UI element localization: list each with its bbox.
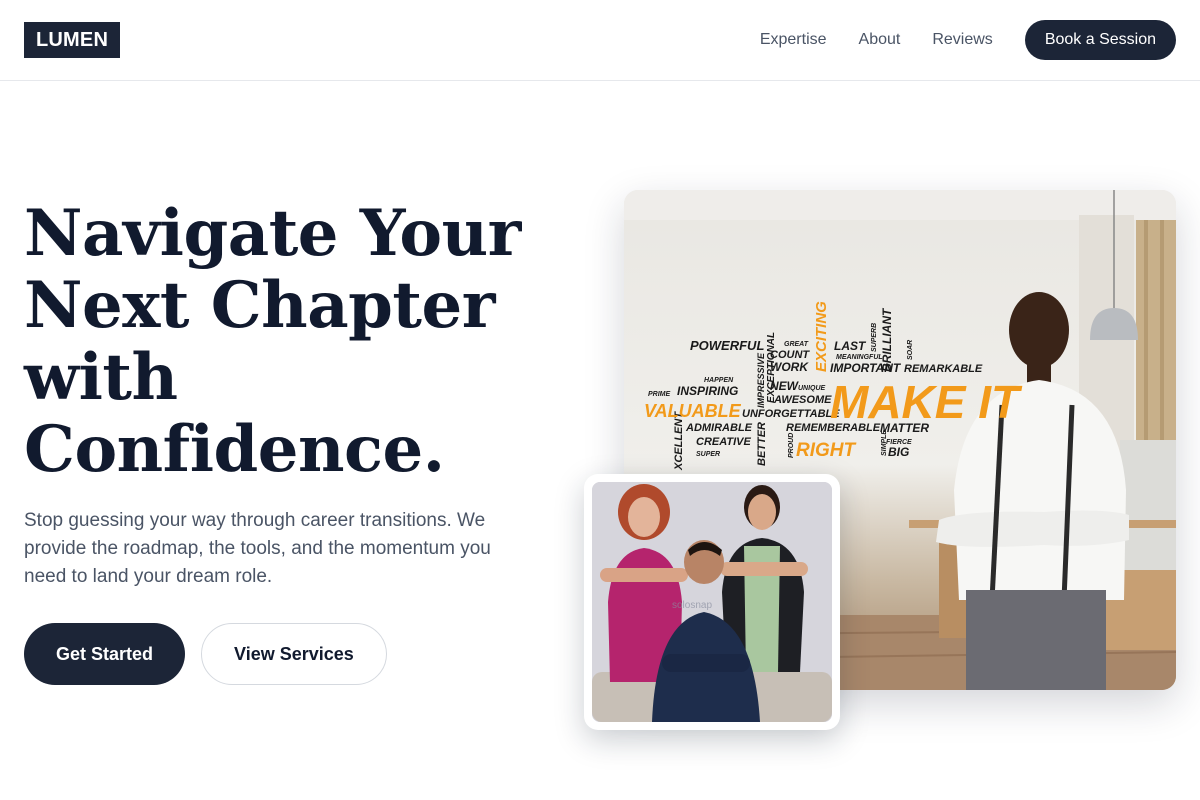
nav-link-about[interactable]: About: [859, 20, 901, 60]
headline-line: Confidence.: [24, 412, 445, 487]
word-cloud-text: LAST: [834, 339, 867, 353]
team-illustration: solosnap: [592, 482, 832, 722]
word-cloud-text: INSPIRING: [677, 384, 738, 398]
word-cloud-text: AWESOME: [773, 394, 832, 406]
word-cloud-text: SUPER: [696, 451, 720, 458]
word-cloud-text: SIMPLE: [881, 430, 888, 456]
word-cloud-text: GREAT: [784, 341, 809, 348]
main-nav: Expertise About Reviews Book a Session: [760, 20, 1176, 60]
word-cloud-text: VALUABLE: [644, 401, 742, 421]
word-cloud-text: UNIQUE: [798, 385, 826, 392]
hero-inset-image: solosnap: [584, 474, 840, 730]
logo[interactable]: LUMEN: [24, 22, 121, 58]
word-cloud-text: UNFORGETTABLE: [742, 408, 840, 420]
word-cloud-text: SUPERB: [871, 323, 878, 352]
word-cloud-text: ADMIRABLE: [685, 422, 753, 434]
word-cloud-text: POWERFUL: [690, 338, 764, 353]
word-cloud-text: MAKE IT: [830, 376, 1023, 428]
hero-cta-group: Get Started View Services: [24, 623, 387, 685]
word-cloud-text: PRIME: [648, 391, 671, 398]
get-started-button[interactable]: Get Started: [24, 623, 186, 685]
word-cloud-text: BRILLIANT: [880, 307, 894, 372]
word-cloud-text: CREATIVE: [696, 436, 751, 448]
word-cloud-text: EXCEPTIONAL: [766, 332, 777, 403]
nav-link-reviews[interactable]: Reviews: [932, 20, 992, 60]
book-session-button[interactable]: Book a Session: [1024, 20, 1176, 60]
word-cloud-text: SOAR: [907, 340, 914, 360]
top-navigation-bar: LUMEN Expertise About Reviews Book a Ses…: [0, 0, 1200, 81]
nav-link-expertise[interactable]: Expertise: [760, 20, 827, 60]
word-cloud-text: PROUD: [788, 433, 795, 458]
headline-line: Next Chapter: [24, 268, 495, 343]
word-cloud-text: BETTER: [756, 422, 768, 466]
word-cloud-text: EXCITING: [813, 301, 830, 372]
watermark-text: solosnap: [672, 600, 712, 611]
hero-headline: Navigate Your Next Chapter with Confiden…: [24, 198, 544, 486]
team-photo: solosnap: [592, 482, 832, 722]
word-cloud-text: RIGHT: [796, 440, 857, 461]
hero-subtext: Stop guessing your way through career tr…: [24, 510, 491, 587]
word-cloud-text: MEANINGFUL: [836, 354, 883, 361]
word-cloud-text: BIG: [888, 445, 909, 459]
word-cloud-text: REMARKABLE: [904, 363, 983, 375]
word-cloud-text: HAPPEN: [704, 377, 734, 384]
headline-line: with: [24, 340, 178, 415]
headline-line: Navigate Your: [24, 196, 521, 271]
view-services-button[interactable]: View Services: [201, 623, 387, 685]
